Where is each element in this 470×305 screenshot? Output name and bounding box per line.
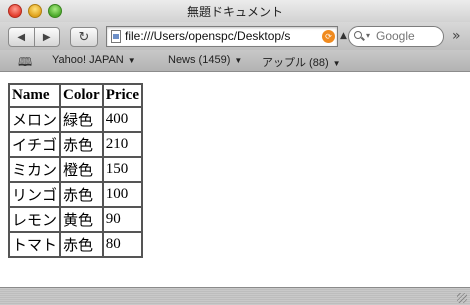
resize-grip-icon[interactable] <box>457 293 467 303</box>
table-cell: 黄色 <box>60 207 103 232</box>
browser-window: 無題ドキュメント ◀ ▶ ↻ file:///Users/openspc/Des… <box>0 0 470 305</box>
chevron-down-icon: ▼ <box>234 56 243 65</box>
table-cell: メロン <box>9 107 61 132</box>
table-cell: 緑色 <box>60 107 103 132</box>
window-title: 無題ドキュメント <box>186 5 283 19</box>
chevron-down-icon: ▼ <box>127 56 136 65</box>
table-cell: 赤色 <box>60 132 103 157</box>
table-row: ミカン 橙色 150 <box>9 157 142 182</box>
page-icon <box>111 30 121 43</box>
column-header: Name <box>9 84 61 107</box>
table-cell: イチゴ <box>9 132 61 157</box>
table-row: トマト 赤色 80 <box>9 232 142 257</box>
table-cell: ミカン <box>9 157 61 182</box>
search-field[interactable]: ▾ <box>348 26 444 47</box>
table-cell: 80 <box>102 232 142 257</box>
search-icon <box>354 31 362 39</box>
column-header: Color <box>60 84 103 107</box>
navigation-buttons: ◀ ▶ <box>8 27 60 47</box>
reload-icon: ↻ <box>78 29 90 45</box>
back-arrow-icon: ◀ <box>17 31 26 43</box>
bookmark-yahoo-japan[interactable]: Yahoo! JAPAN ▼ <box>52 54 136 66</box>
table-row: メロン 緑色 400 <box>9 107 142 132</box>
bookmark-label: News (1459) <box>168 54 231 66</box>
address-bar[interactable]: file:///Users/openspc/Desktop/s ⟳ <box>106 26 338 47</box>
bookmark-news[interactable]: News (1459) ▼ <box>168 54 242 66</box>
bookmark-apple[interactable]: アップル (88) ▼ <box>262 54 341 70</box>
reload-button[interactable]: ↻ <box>70 27 98 47</box>
address-history-chevron-icon[interactable]: ▲ <box>340 31 347 41</box>
toolbar: ◀ ▶ ↻ file:///Users/openspc/Desktop/s ⟳ … <box>0 22 470 50</box>
chevron-down-icon: ▼ <box>332 59 341 68</box>
table-cell: 赤色 <box>60 232 103 257</box>
table-cell: 赤色 <box>60 182 103 207</box>
bookmark-label: Yahoo! JAPAN <box>52 54 124 66</box>
table-cell: 150 <box>102 157 142 182</box>
bookmarks-bar: 🕮 Yahoo! JAPAN ▼ News (1459) ▼ アップル (88) ▼ <box>0 50 470 72</box>
search-engine-menu-icon[interactable]: ▾ <box>366 31 370 40</box>
table-cell: レモン <box>9 207 61 232</box>
page-content: Name Color Price メロン 緑色 400 イチゴ 赤色 210 ミ… <box>0 72 470 287</box>
bookmarks-book-icon[interactable]: 🕮 <box>18 53 32 74</box>
table-cell: 400 <box>102 107 142 132</box>
table-row: イチゴ 赤色 210 <box>9 132 142 157</box>
status-bar <box>0 287 470 305</box>
table-cell: 100 <box>102 182 142 207</box>
table-cell: 橙色 <box>60 157 103 182</box>
forward-arrow-icon: ▶ <box>42 31 51 43</box>
table-cell: 210 <box>102 132 142 157</box>
toolbar-overflow-icon[interactable]: » <box>452 28 461 44</box>
table-row: レモン 黄色 90 <box>9 207 142 232</box>
search-input[interactable] <box>376 29 440 43</box>
fruit-table: Name Color Price メロン 緑色 400 イチゴ 赤色 210 ミ… <box>8 83 143 258</box>
table-cell: リンゴ <box>9 182 61 207</box>
table-cell: トマト <box>9 232 61 257</box>
table-cell: 90 <box>102 207 142 232</box>
back-button[interactable]: ◀ <box>9 28 35 46</box>
table-header-row: Name Color Price <box>9 84 142 107</box>
table-row: リンゴ 赤色 100 <box>9 182 142 207</box>
rss-icon[interactable]: ⟳ <box>322 30 335 43</box>
forward-button[interactable]: ▶ <box>35 28 60 46</box>
column-header: Price <box>102 84 142 107</box>
title-bar: 無題ドキュメント <box>0 0 470 23</box>
bookmark-label: アップル (88) <box>262 57 329 69</box>
address-text[interactable]: file:///Users/openspc/Desktop/s <box>125 29 321 43</box>
